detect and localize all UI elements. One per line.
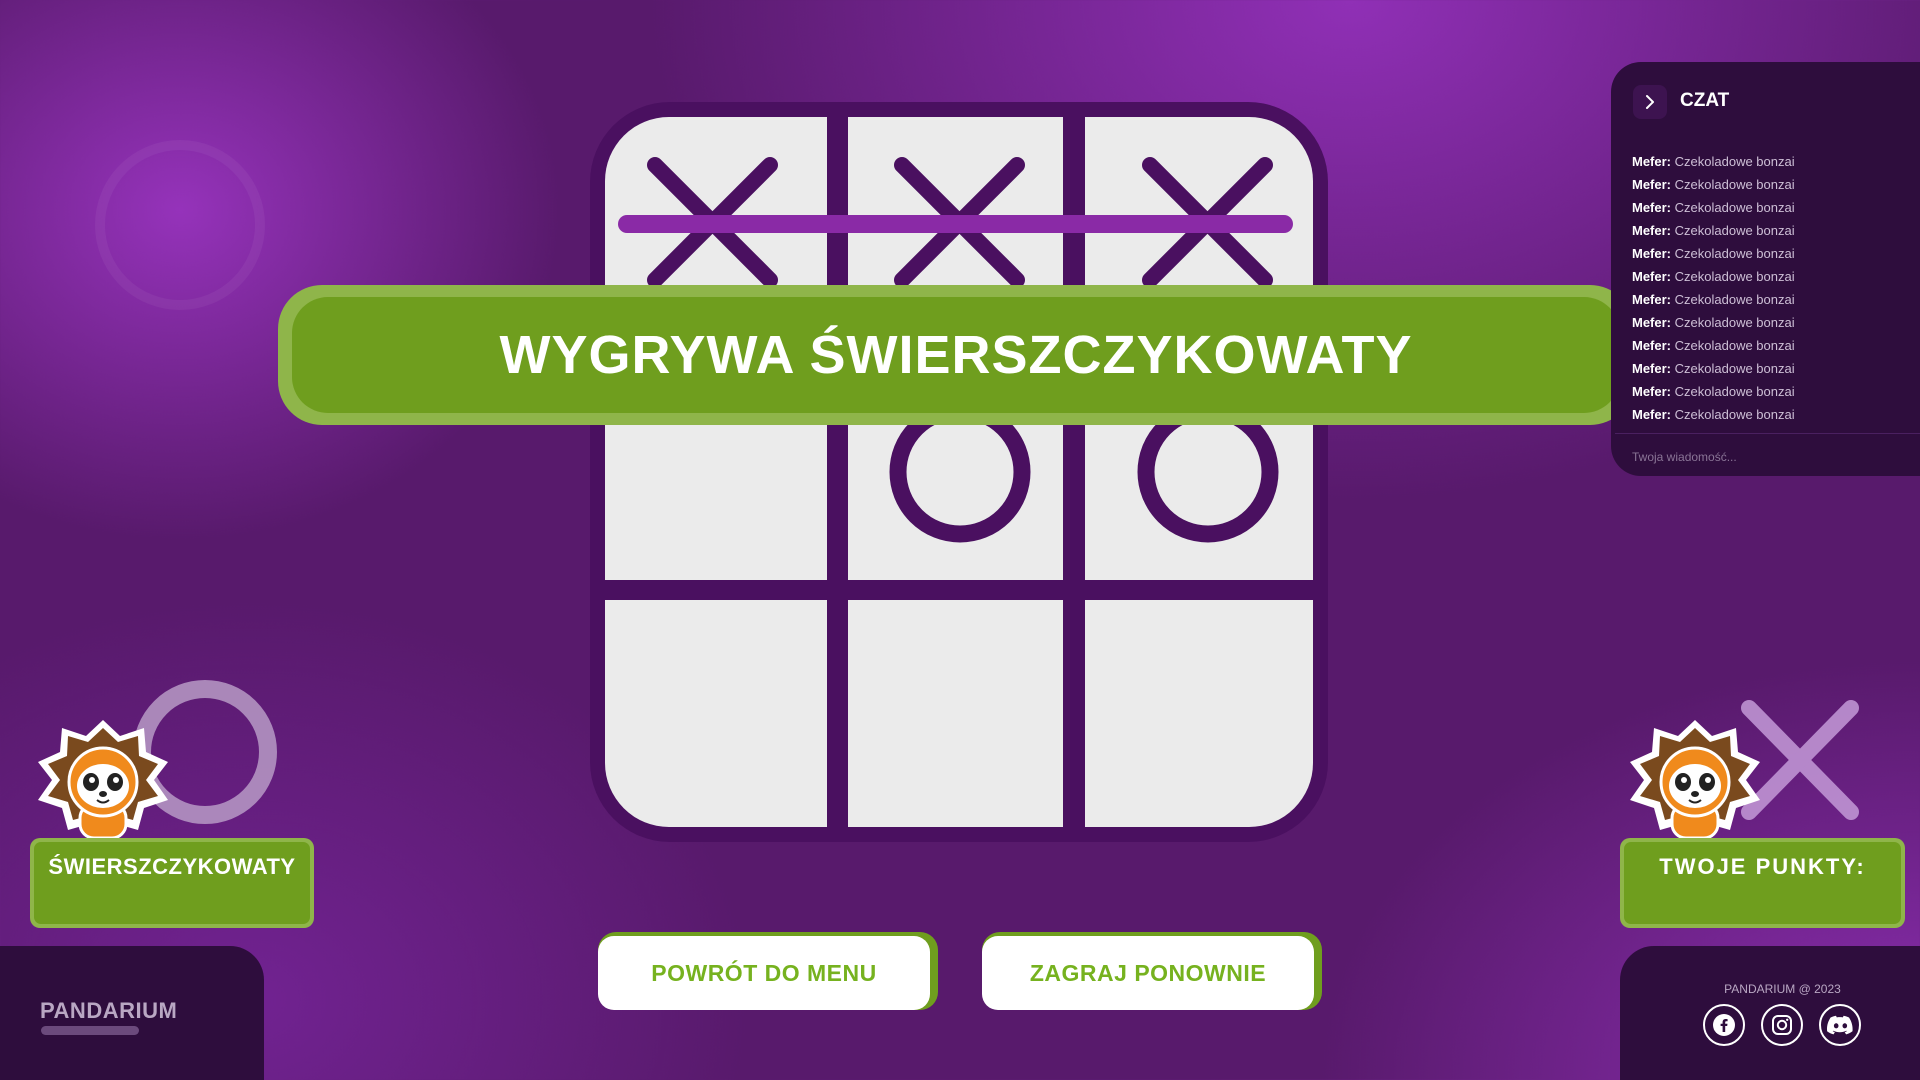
copyright-text: PANDARIUM @ 2023 xyxy=(1724,982,1841,996)
logo[interactable]: PANDARIUM xyxy=(40,998,177,1024)
chat-message: Mefer: Czekoladowe bonzai xyxy=(1632,246,1795,261)
discord-icon xyxy=(1827,1015,1853,1035)
chat-toggle-button[interactable] xyxy=(1633,85,1667,119)
chat-message: Mefer: Czekoladowe bonzai xyxy=(1632,223,1795,238)
o-mark-cell-6 xyxy=(1137,401,1279,543)
facebook-icon xyxy=(1713,1014,1735,1036)
winner-text: WYGRYWA ŚWIERSZCZYKOWATY xyxy=(499,325,1413,385)
logo-underline xyxy=(41,1026,139,1035)
lion-panda-avatar xyxy=(38,720,168,840)
facebook-link[interactable] xyxy=(1703,1004,1745,1046)
chat-message-input[interactable] xyxy=(1632,447,1902,467)
chat-message: Mefer: Czekoladowe bonzai xyxy=(1632,177,1795,192)
chat-divider xyxy=(1615,433,1920,434)
chat-message: Mefer: Czekoladowe bonzai xyxy=(1632,407,1795,422)
instagram-link[interactable] xyxy=(1761,1004,1803,1046)
player-card-right: TWOJE PUNKTY: xyxy=(1620,838,1905,928)
chat-message-list: Mefer: Czekoladowe bonzai Mefer: Czekola… xyxy=(1632,150,1912,426)
back-to-menu-button[interactable]: POWRÓT DO MENU xyxy=(598,932,938,1010)
chat-message: Mefer: Czekoladowe bonzai xyxy=(1632,338,1795,353)
winner-banner: WYGRYWA ŚWIERSZCZYKOWATY xyxy=(278,285,1634,425)
chat-message: Mefer: Czekoladowe bonzai xyxy=(1632,315,1795,330)
chat-message: Mefer: Czekoladowe bonzai xyxy=(1632,384,1795,399)
play-again-button[interactable]: ZAGRAJ PONOWNIE xyxy=(982,932,1322,1010)
winning-line xyxy=(618,215,1293,233)
lion-panda-avatar xyxy=(1630,720,1760,840)
player-name: ŚWIERSZCZYKOWATY xyxy=(48,854,296,879)
player-card-left: ŚWIERSZCZYKOWATY xyxy=(30,838,314,928)
play-again-label: ZAGRAJ PONOWNIE xyxy=(1029,959,1267,986)
chat-message: Mefer: Czekoladowe bonzai xyxy=(1632,154,1795,169)
chat-message: Mefer: Czekoladowe bonzai xyxy=(1632,292,1795,307)
chat-message: Mefer: Czekoladowe bonzai xyxy=(1632,361,1795,376)
back-to-menu-label: POWRÓT DO MENU xyxy=(651,959,877,986)
discord-link[interactable] xyxy=(1819,1004,1861,1046)
chat-title: CZAT xyxy=(1680,90,1730,111)
o-mark-cell-5 xyxy=(889,401,1031,543)
chevron-right-icon xyxy=(1646,95,1654,109)
points-label: TWOJE PUNKTY: xyxy=(1659,854,1866,879)
instagram-icon xyxy=(1772,1015,1792,1035)
chat-message: Mefer: Czekoladowe bonzai xyxy=(1632,200,1795,215)
chat-message: Mefer: Czekoladowe bonzai xyxy=(1632,269,1795,284)
